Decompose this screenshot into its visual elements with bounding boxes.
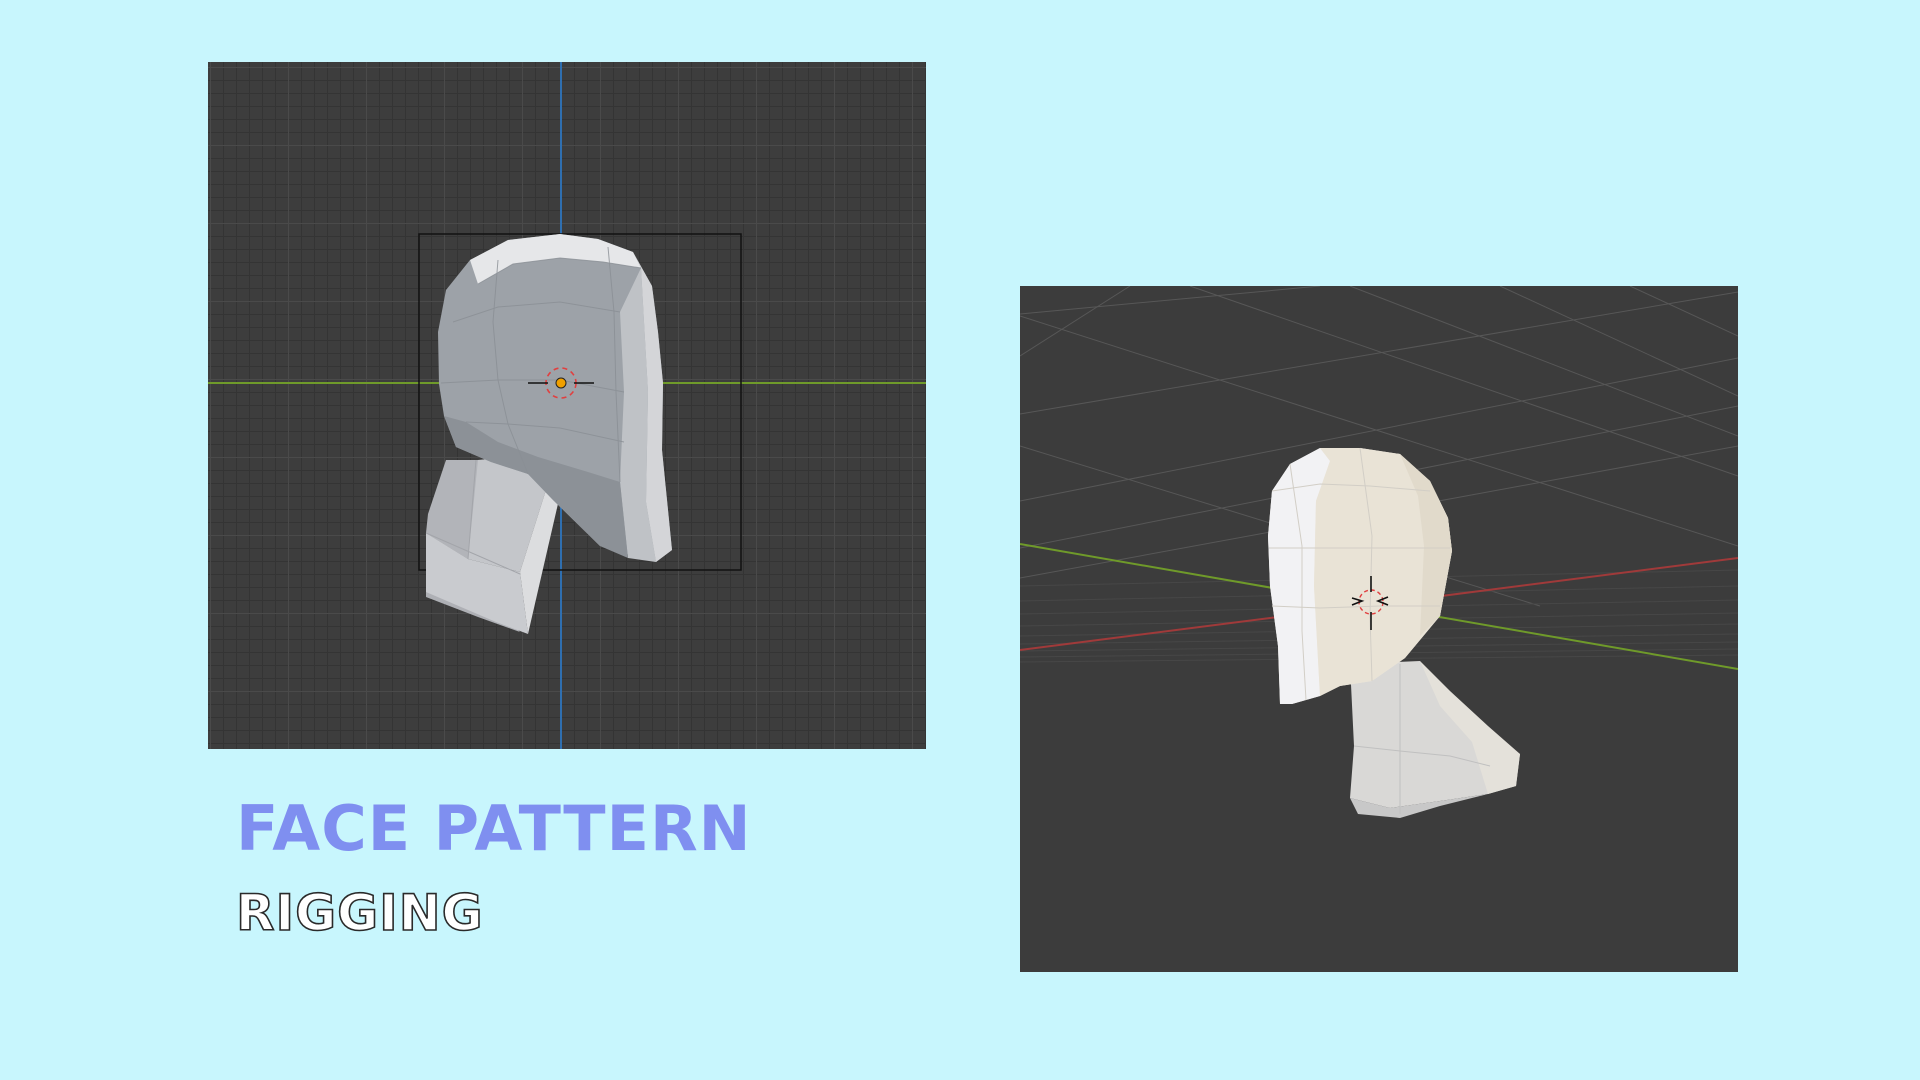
neck-mesh [1350, 661, 1520, 818]
page-title: FACE PATTERN [236, 792, 752, 865]
front-viewport-scene [208, 62, 926, 749]
front-viewport[interactable] [208, 62, 926, 749]
origin-point-icon [555, 377, 567, 389]
perspective-viewport[interactable] [1020, 286, 1738, 972]
page-subtitle: RIGGING [235, 884, 484, 942]
perspective-viewport-scene [1020, 286, 1738, 818]
